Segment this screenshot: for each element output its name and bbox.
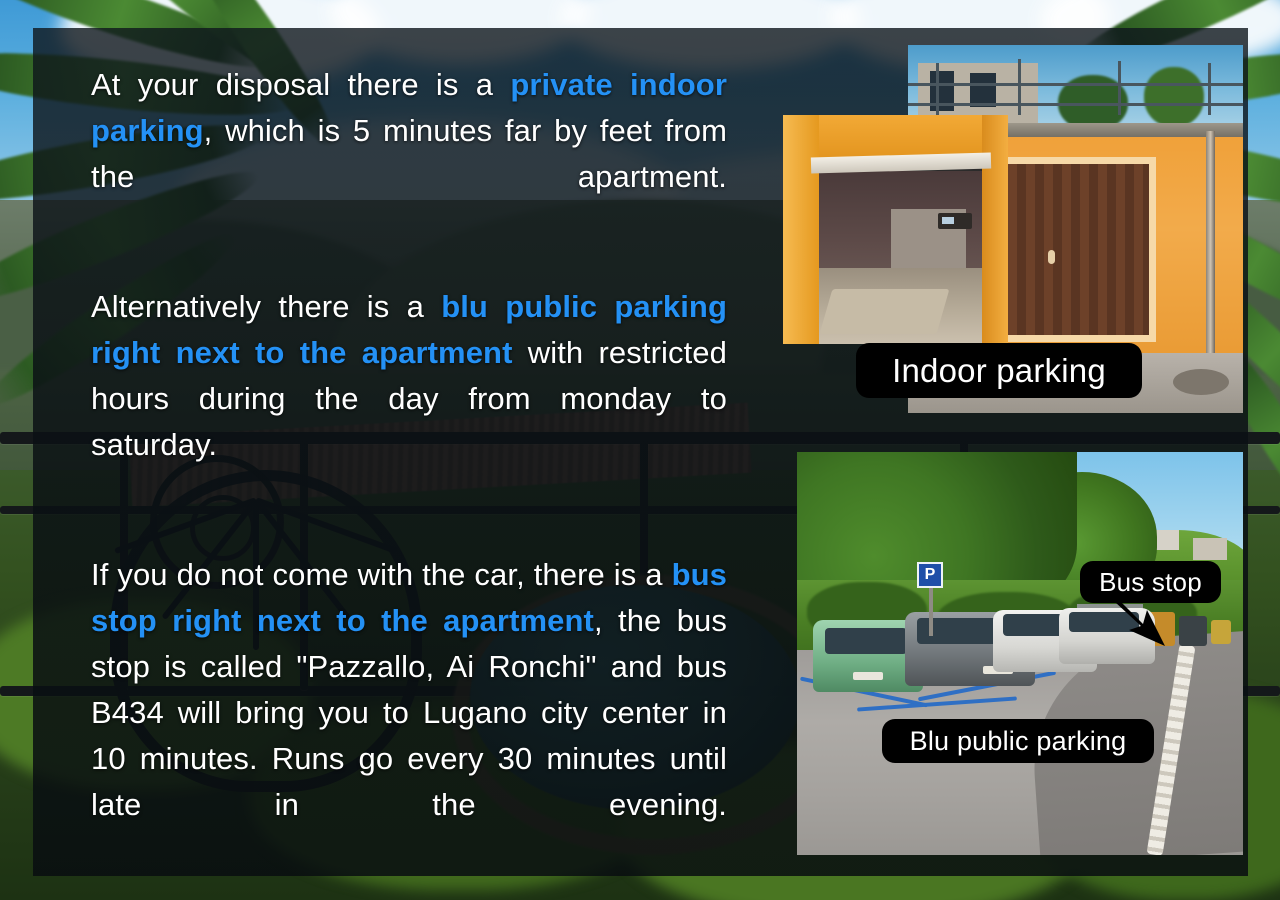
info-text-block: At your disposal there is a private indo…	[91, 62, 727, 874]
garage-frame-right	[982, 115, 1008, 344]
car-window	[825, 628, 907, 654]
door-handle	[1048, 250, 1055, 264]
caption-bus-stop: Bus stop	[1080, 561, 1221, 603]
drain-pipe	[1206, 131, 1215, 371]
paragraph-indoor-parking: At your disposal there is a private indo…	[91, 62, 727, 246]
distant-house	[1193, 538, 1227, 560]
roof-railing	[908, 55, 1243, 115]
p2-lead: Alternatively there is a	[91, 289, 442, 324]
p1-lead: At your disposal there is a	[91, 67, 511, 102]
slide-canvas: At your disposal there is a private indo…	[0, 0, 1280, 900]
waste-bin	[1179, 616, 1207, 646]
garage-interior	[819, 171, 982, 344]
photo-blu-public-parking: P	[797, 452, 1243, 855]
ceiling-light-icon	[938, 212, 973, 229]
caption-blu-public-parking: Blu public parking	[882, 719, 1154, 763]
licence-plate	[853, 672, 883, 680]
entry-ramp	[819, 288, 950, 334]
caption-indoor-parking: Indoor parking	[856, 343, 1142, 398]
waste-bin	[1211, 620, 1231, 644]
parking-p-sign-icon: P	[917, 562, 943, 588]
manhole-cover	[1173, 369, 1229, 395]
p3-lead: If you do not come with the car, there i…	[91, 557, 672, 592]
paragraph-bus-stop: If you do not come with the car, there i…	[91, 552, 727, 874]
garage-frame-left	[783, 115, 819, 344]
paragraph-public-parking: Alternatively there is a blu public park…	[91, 284, 727, 514]
photo-garage-interior	[783, 115, 1008, 344]
arrow-icon	[1115, 598, 1165, 646]
